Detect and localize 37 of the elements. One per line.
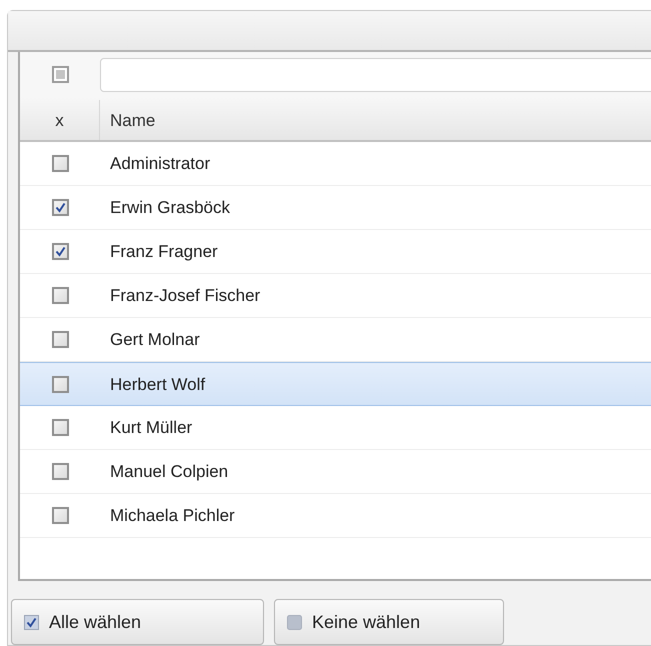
checkbox[interactable]: [52, 243, 68, 260]
checkbox-icon: [24, 614, 39, 630]
table-row[interactable]: Manuel Colpien: [20, 450, 651, 494]
name-cell-text: Kurt Müller: [109, 417, 192, 440]
name-cell-text: Franz Fragner: [109, 241, 218, 264]
select-button[interactable]: Alle wählen: [11, 599, 264, 645]
column-header[interactable]: Name: [100, 100, 651, 140]
table-row[interactable]: Erwin Grasböck: [20, 186, 651, 230]
checkbox[interactable]: [52, 287, 68, 304]
filter-field[interactable]: [100, 58, 651, 92]
name-cell-text: Gert Molnar: [109, 329, 200, 352]
select-button[interactable]: Keine wählen: [274, 599, 504, 645]
checkmark-icon: [54, 202, 66, 214]
table-row[interactable]: Franz Fragner: [20, 230, 651, 274]
square-icon: [287, 614, 302, 630]
select-all-checkbox[interactable]: [52, 66, 68, 84]
name-cell-text: Erwin Grasböck: [109, 197, 230, 220]
checkbox[interactable]: [52, 507, 68, 524]
table-row[interactable]: Michaela Pichler: [20, 494, 651, 538]
name-cell-text: Manuel Colpien: [109, 461, 228, 484]
name-cell-text: Administrator: [109, 153, 210, 176]
table-row[interactable]: Kurt Müller: [20, 406, 651, 450]
checkbox[interactable]: [52, 331, 68, 348]
name-cell-text: Herbert Wolf: [109, 374, 206, 396]
checkbox[interactable]: [52, 419, 68, 436]
table-row[interactable]: Herbert Wolf: [20, 362, 651, 406]
table-row[interactable]: Administrator: [20, 142, 651, 186]
checkbox[interactable]: [52, 199, 68, 216]
checkmark-icon: [54, 246, 66, 258]
checkbox[interactable]: [52, 376, 68, 393]
name-cell-text: Michaela Pichler: [109, 505, 235, 528]
column-header[interactable]: x: [20, 100, 100, 140]
table-row[interactable]: Franz-Josef Fischer: [20, 274, 651, 318]
checkbox[interactable]: [52, 155, 68, 172]
name-cell-text: Franz-Josef Fischer: [109, 285, 260, 308]
indeterminate-icon: [56, 70, 64, 80]
checkbox[interactable]: [52, 463, 68, 480]
